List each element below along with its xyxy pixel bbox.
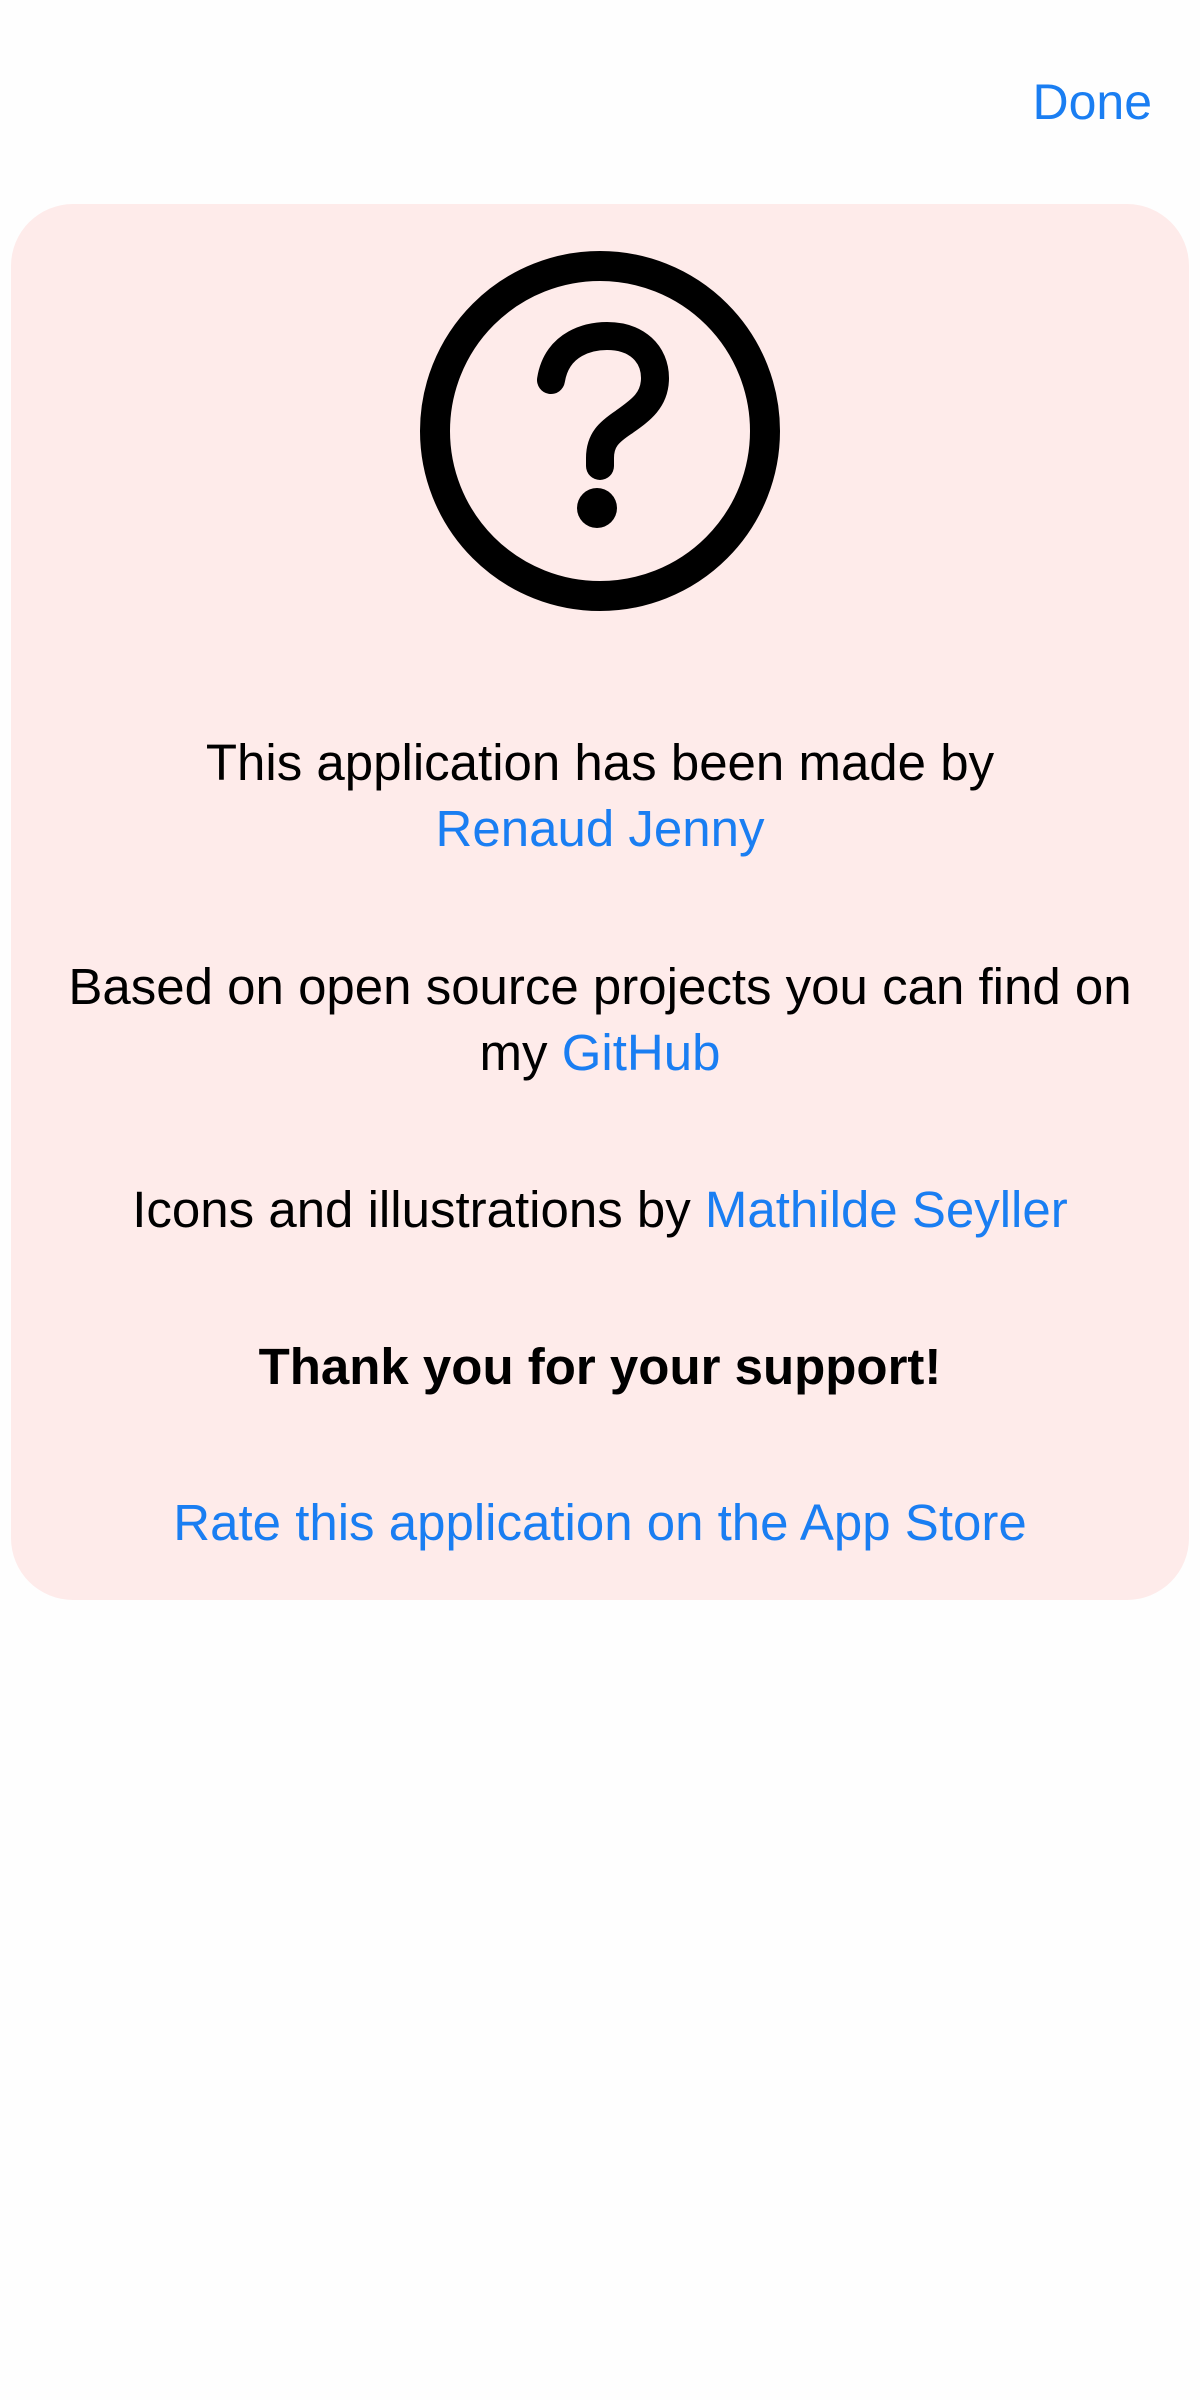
open-source-section: Based on open source projects you can fi… (11, 954, 1189, 1086)
question-circle-icon (420, 251, 780, 611)
illustrations-text: Icons and illustrations by (132, 1181, 691, 1238)
navigation-bar: Done (0, 0, 1200, 190)
made-by-text: This application has been made by (205, 734, 995, 791)
about-screen: Done This application has been made by R… (0, 0, 1200, 2400)
thank-you-text: Thank you for your support! (258, 1338, 942, 1395)
done-button[interactable]: Done (1032, 72, 1152, 132)
based-on-text: Based on open source projects you can fi… (68, 958, 1132, 1015)
author-link[interactable]: Renaud Jenny (436, 800, 765, 857)
github-link[interactable]: GitHub (562, 1024, 721, 1081)
rate-app-link[interactable]: Rate this application on the App Store (173, 1494, 1026, 1551)
based-on-text-end: my (479, 1024, 548, 1081)
about-card: This application has been made by Renaud… (11, 204, 1189, 1600)
illustrations-section: Icons and illustrations by Mathilde Seyl… (11, 1177, 1189, 1243)
made-by-section: This application has been made by Renaud… (11, 730, 1189, 862)
illustrator-link[interactable]: Mathilde Seyller (705, 1181, 1068, 1238)
rate-section: Rate this application on the App Store (11, 1490, 1189, 1556)
